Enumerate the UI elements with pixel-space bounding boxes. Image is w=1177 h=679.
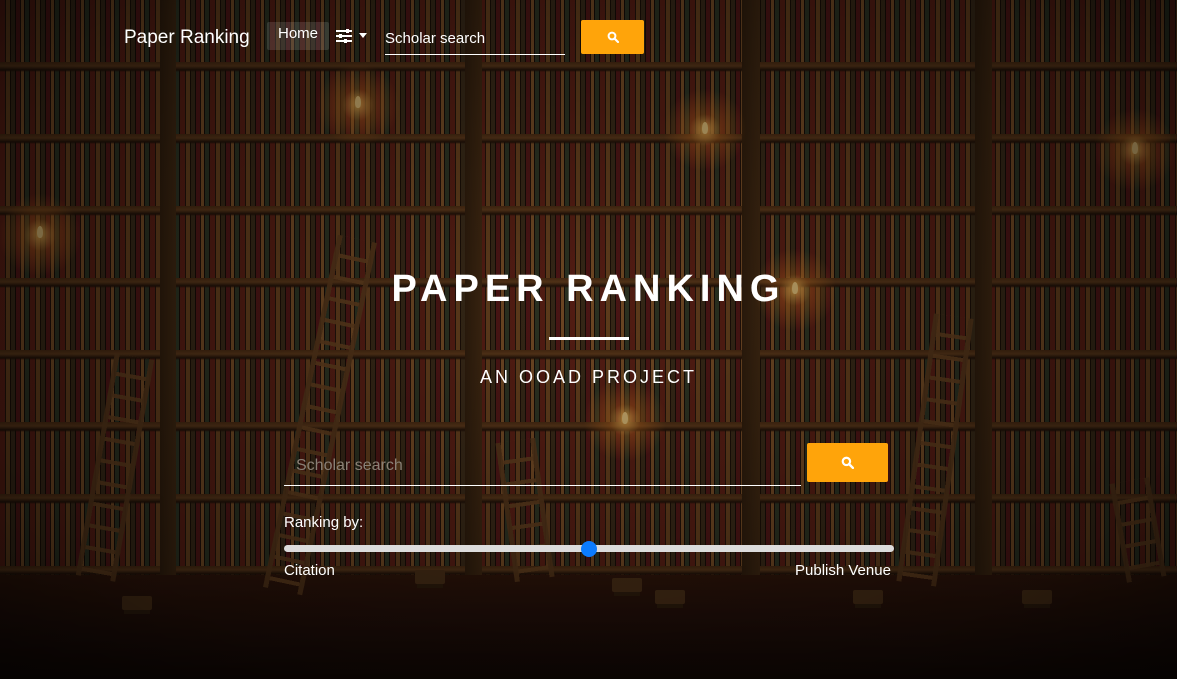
nav-search-button[interactable] [581,20,644,54]
nav-search-input[interactable] [385,22,565,55]
brand-link[interactable]: Paper Ranking [124,27,250,49]
search-icon [607,31,619,43]
slider-max-label: Publish Venue [795,562,891,579]
ranking-slider-thumb[interactable] [581,541,597,557]
hero-title: PAPER RANKING [391,268,786,310]
hero-subtitle: AN OOAD PROJECT [479,367,698,387]
search-icon [841,456,854,469]
navbar: Paper Ranking Home [0,0,1177,72]
caret-down-icon [359,33,367,38]
hero-divider [549,337,629,340]
slider-min-label: Citation [284,562,335,579]
scholar-search-input[interactable] [284,446,801,486]
filter-dropdown-toggle[interactable] [334,24,372,48]
nav-home-link[interactable]: Home [267,22,329,50]
ranking-label: Ranking by: [284,514,364,531]
sliders-icon [336,29,352,43]
scholar-search-button[interactable] [807,443,888,482]
